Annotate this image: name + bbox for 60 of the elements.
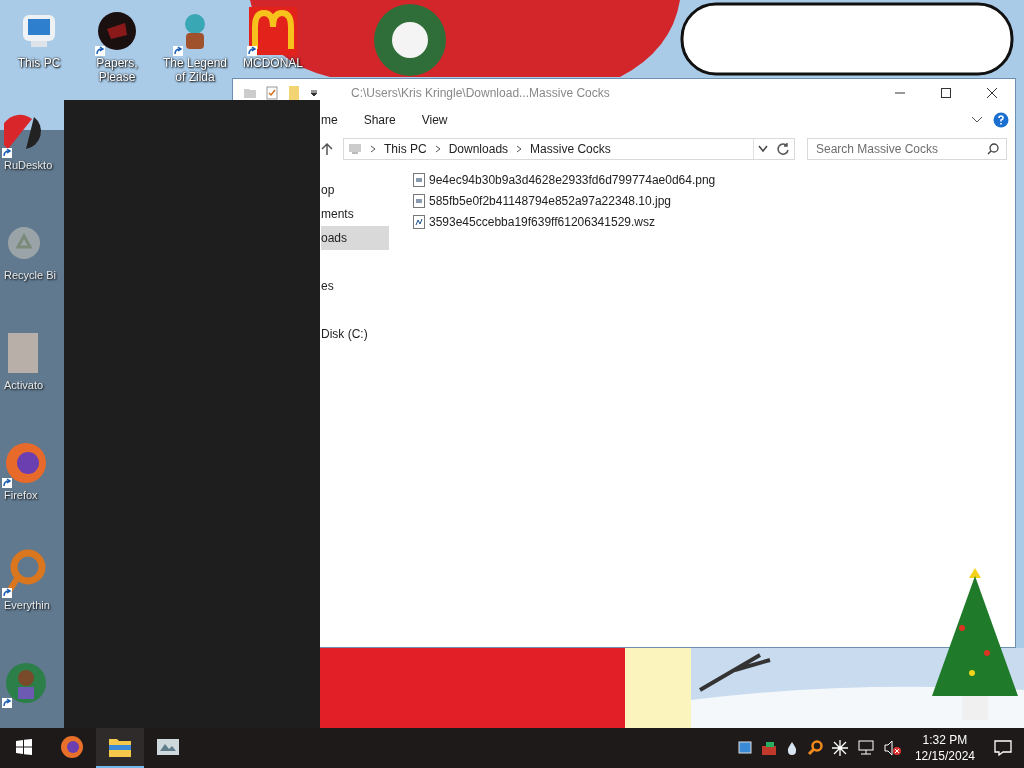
clock-date[interactable]: 12/15/2024	[914, 748, 975, 764]
person-icon[interactable]	[4, 661, 48, 705]
image-file-icon	[413, 193, 425, 208]
file-name[interactable]: 9e4ec94b30b9a3d4628e2933fd6d799774ae0d64.png	[429, 172, 716, 187]
icon-label[interactable]: Activato	[4, 378, 44, 392]
droplet-icon[interactable]	[785, 741, 798, 755]
monitor-icon[interactable]	[737, 741, 752, 755]
clock-time[interactable]: 1:32 PM	[922, 732, 968, 748]
chevron-icon[interactable]	[516, 145, 523, 153]
breadcrumb[interactable]: This PC	[384, 142, 427, 156]
chevron-icon[interactable]	[434, 145, 441, 153]
windows-logo-icon	[16, 739, 32, 755]
icon-label[interactable]: RuDeskto	[4, 158, 53, 172]
maximize-icon	[941, 88, 951, 98]
help-icon[interactable]	[993, 112, 1009, 128]
network-icon[interactable]	[856, 740, 875, 756]
search-field[interactable]: Search Massive Cocks	[807, 138, 1007, 160]
up-arrow-icon[interactable]	[321, 142, 333, 156]
close-icon	[987, 88, 997, 98]
nav-item[interactable]: ments	[321, 202, 389, 226]
nav-item[interactable]: op	[321, 178, 389, 202]
nav-item[interactable]: Disk (C:)	[321, 322, 389, 346]
folder-icon	[108, 736, 132, 758]
speaker-muted-icon[interactable]	[883, 740, 902, 756]
toolbox-icon[interactable]	[760, 740, 777, 756]
image-icon	[156, 736, 180, 758]
file-name[interactable]: 585fb5e0f2b41148794e852a97a22348.10.jpg	[429, 193, 672, 208]
nav-item[interactable]: oads	[321, 226, 389, 250]
chevron-icon[interactable]	[370, 145, 376, 153]
file-explorer-button[interactable]	[96, 728, 144, 768]
icon-label[interactable]: Firefox	[4, 488, 38, 502]
icon-label[interactable]: Recycle Bi	[4, 268, 56, 282]
search-icon[interactable]	[987, 143, 999, 155]
dropdown-icon[interactable]	[758, 145, 768, 153]
address-bar[interactable]: This PC Downloads Massive Cocks	[343, 138, 795, 160]
notification-icon[interactable]	[994, 739, 1012, 757]
dropdown-icon[interactable]	[309, 88, 319, 98]
icon-label[interactable]: Everythin	[4, 598, 50, 612]
new-folder-icon[interactable]	[287, 85, 301, 101]
properties-icon[interactable]	[265, 86, 279, 100]
breadcrumb[interactable]: Massive Cocks	[530, 142, 611, 156]
arches-icon[interactable]	[249, 7, 297, 55]
chevron-icon[interactable]	[971, 116, 983, 124]
file-name[interactable]: 3593e45ccebba19f639ff61206341529.wsz	[429, 214, 655, 229]
ribbon-tab[interactable]: Share	[363, 113, 396, 127]
wreath-drawing	[374, 4, 446, 76]
refresh-icon[interactable]	[776, 142, 790, 156]
seal-icon[interactable]	[97, 11, 137, 51]
pc-icon	[348, 142, 362, 156]
nav-item[interactable]: es	[321, 274, 389, 298]
asterisk-icon[interactable]	[831, 740, 848, 756]
ribbon-tab[interactable]: me	[321, 113, 338, 127]
window-title: C:\Users\Kris Kringle\Download...Massive Cocks	[351, 86, 611, 100]
breadcrumb[interactable]: Downloads	[448, 142, 509, 156]
ribbon-tab[interactable]: View	[421, 113, 448, 127]
search-icon[interactable]	[806, 740, 823, 756]
firefox-icon[interactable]	[4, 441, 48, 485]
audio-file-icon	[413, 214, 425, 229]
firefox-icon	[60, 735, 84, 759]
image-file-icon	[413, 172, 425, 187]
